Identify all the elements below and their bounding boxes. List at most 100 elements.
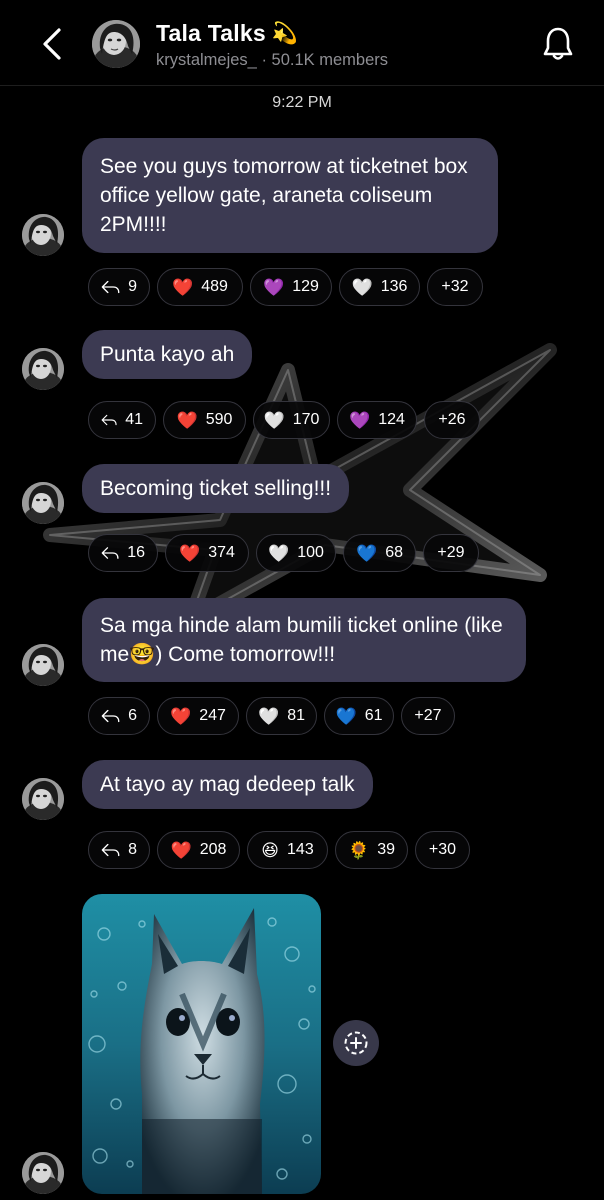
reaction-count: 374 [208,544,235,561]
reaction-count: 489 [201,278,228,295]
more-reactions-button[interactable]: +29 [423,534,479,572]
avatar[interactable] [22,1152,64,1194]
white-heart-icon: 🤍 [351,277,373,297]
blue-heart-icon: 💙 [335,706,357,726]
message-timestamp: 9:22 PM [272,94,332,111]
message-bubble[interactable]: Becoming ticket selling!!! [82,464,350,513]
reaction-pill[interactable]: 😆 143 [247,831,328,869]
reply-count-button[interactable]: 9 [88,268,150,306]
reaction-count: 129 [292,278,319,295]
reaction-pill[interactable]: 💙 61 [324,697,394,735]
reaction-pill[interactable]: 🤍 170 [253,401,330,439]
reaction-pill[interactable]: ❤️ 590 [163,401,246,439]
message-text: Becoming ticket selling!!! [100,477,332,500]
red-heart-icon: ❤️ [170,840,192,860]
reply-count: 8 [128,841,137,858]
add-reaction-button[interactable] [333,1020,379,1066]
channel-name: Tala Talks [156,20,266,46]
reaction-pill[interactable]: 💜 124 [337,401,417,439]
more-reactions-count: +32 [441,278,469,295]
reaction-pill[interactable]: ❤️ 374 [165,534,249,572]
more-reactions-button[interactable]: +26 [424,401,480,439]
more-reactions-count: +30 [428,841,457,858]
reaction-count: 68 [385,544,403,561]
purple-heart-icon: 💜 [349,410,371,430]
channel-avatar[interactable] [92,20,140,68]
reply-arrow-icon [101,414,117,426]
white-heart-icon: 🤍 [268,543,290,563]
nerd-face-icon: 🤓 [129,643,156,666]
reply-count-button[interactable]: 41 [88,401,156,439]
subtitle-separator: · [256,51,272,69]
reaction-bar: 41 ❤️ 590 🤍 170 💜 124 +26 [88,401,480,439]
blue-heart-icon: 💙 [356,543,378,563]
message-bubble[interactable]: Punta kayo ah [82,330,253,379]
reaction-pill[interactable]: 💜 129 [250,268,332,306]
white-heart-icon: 🤍 [258,706,280,726]
reply-count-button[interactable]: 16 [88,534,158,572]
message-bubble[interactable]: Sa mga hinde alam bumili ticket online (… [82,598,526,682]
reaction-pill[interactable]: 🤍 81 [246,697,317,735]
member-count: 50.1K members [271,51,389,69]
channel-subtitle: krystalmejes_ · 50.1K members [156,51,388,70]
message-bubble[interactable]: See you guys tomorrow at ticketnet box o… [82,138,498,253]
reaction-count: 81 [287,707,305,724]
notification-button[interactable] [540,24,576,64]
reaction-bar: 6 ❤️ 247 🤍 81 💙 61 +27 [88,697,455,735]
more-reactions-button[interactable]: +30 [415,831,470,869]
channel-owner: krystalmejes_ [156,51,257,69]
reaction-pill[interactable]: ❤️ 208 [157,831,240,869]
more-reactions-button[interactable]: +32 [427,268,483,306]
dizzy-icon: 💫 [271,21,299,45]
reply-arrow-icon [101,547,119,559]
reaction-count: 590 [205,411,233,428]
red-heart-icon: ❤️ [172,277,194,297]
reply-count: 16 [127,544,145,561]
cat-photo [82,894,321,1194]
add-circle-icon [344,1031,368,1055]
reaction-count: 61 [364,707,383,724]
image-message[interactable] [82,894,321,1194]
avatar[interactable] [22,778,64,820]
reaction-bar: 16 ❤️ 374 🤍 100 💙 68 +29 [88,534,479,572]
red-heart-icon: ❤️ [176,410,198,430]
more-reactions-count: +27 [414,707,442,724]
more-reactions-count: +26 [438,411,466,428]
reaction-count: 247 [199,707,226,724]
reaction-count: 100 [297,544,324,561]
message-bubble[interactable]: At tayo ay mag dedeep talk [82,760,373,809]
reaction-pill[interactable]: ❤️ 247 [157,697,239,735]
reaction-pill[interactable]: 🤍 100 [256,534,336,572]
bell-icon [543,27,573,60]
reaction-pill[interactable]: 💙 68 [343,534,416,572]
more-reactions-button[interactable]: +27 [401,697,455,735]
reply-arrow-icon [101,843,120,857]
reaction-count: 39 [377,841,395,858]
channel-header: Tala Talks 💫 krystalmejes_ · 50.1K membe… [0,0,604,86]
reply-count-button[interactable]: 8 [88,831,150,869]
back-button[interactable] [36,26,68,62]
channel-title[interactable]: Tala Talks 💫 [156,20,298,47]
reaction-pill[interactable]: 🌻 39 [335,831,408,869]
reaction-count: 124 [378,411,405,428]
white-heart-icon: 🤍 [263,410,285,430]
laughing-face-icon: 😆 [261,840,280,860]
reaction-count: 208 [199,841,227,858]
avatar[interactable] [22,214,64,256]
reply-count-button[interactable]: 6 [88,697,150,735]
avatar[interactable] [22,348,64,390]
more-reactions-count: +29 [437,544,465,561]
reaction-pill[interactable]: ❤️ 489 [157,268,243,306]
message-text: Punta kayo ah [100,343,235,366]
avatar[interactable] [22,644,64,686]
reaction-bar: 9 ❤️ 489 💜 129 🤍 136 +32 [88,268,483,306]
reaction-pill[interactable]: 🤍 136 [339,268,420,306]
avatar[interactable] [22,482,64,524]
reply-arrow-icon [101,709,120,723]
reply-count: 6 [128,707,137,724]
reply-arrow-icon [101,280,120,294]
red-heart-icon: ❤️ [170,706,192,726]
reply-count: 9 [128,278,137,295]
purple-heart-icon: 💜 [263,277,285,297]
reaction-count: 143 [287,841,314,858]
